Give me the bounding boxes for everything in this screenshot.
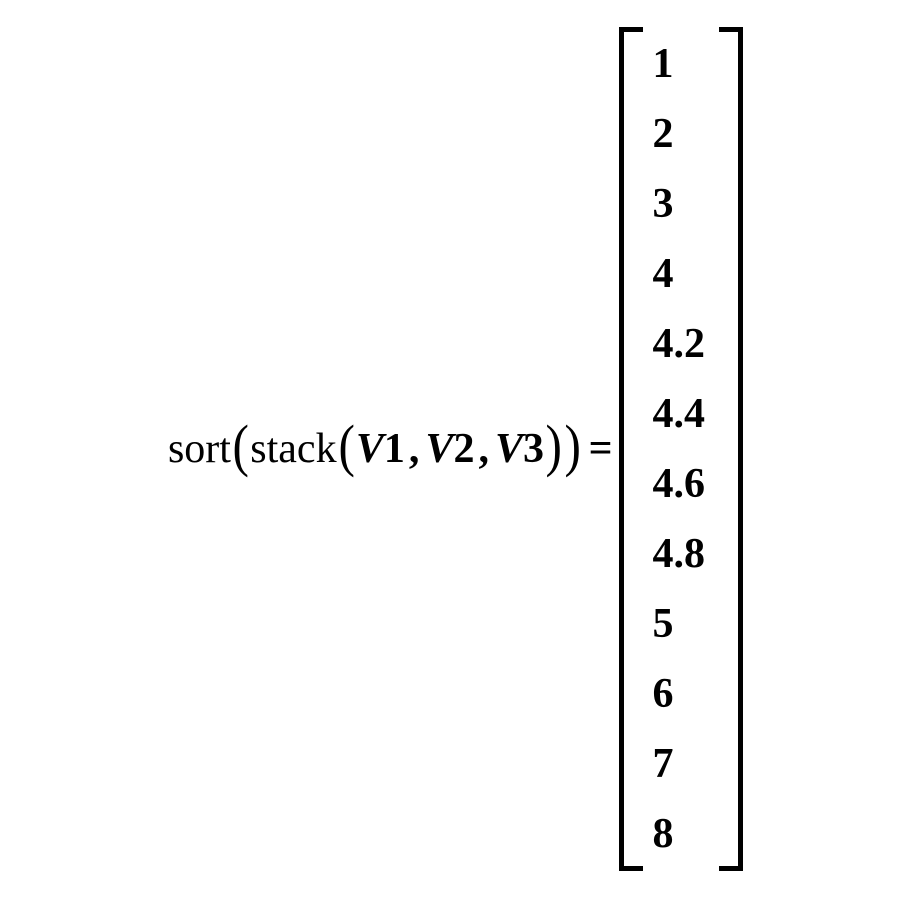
result-vector: 1 2 3 4 4.2 4.4 4.6 4.8 5 6 7 8 bbox=[619, 27, 744, 871]
arg-2-var: V bbox=[425, 426, 453, 472]
vector-entry: 8 bbox=[653, 813, 706, 855]
comma-1: , bbox=[405, 425, 426, 473]
vector-entry: 4.8 bbox=[653, 533, 706, 575]
vector-entry: 1 bbox=[653, 43, 706, 85]
comma-2: , bbox=[474, 425, 495, 473]
vector-entry: 7 bbox=[653, 743, 706, 785]
arg-2: V2 bbox=[425, 425, 474, 473]
vector-entry: 4 bbox=[653, 253, 706, 295]
arg-1-sub: 1 bbox=[384, 426, 405, 472]
vector-entry: 2 bbox=[653, 113, 706, 155]
outer-func: sort bbox=[168, 425, 231, 473]
equals-sign: = bbox=[583, 425, 619, 473]
vector-entry: 4.4 bbox=[653, 393, 706, 435]
vector-entry: 6 bbox=[653, 673, 706, 715]
arg-3: V3 bbox=[495, 425, 544, 473]
arg-3-var: V bbox=[495, 426, 523, 472]
arg-3-sub: 3 bbox=[523, 426, 544, 472]
bracket-left bbox=[619, 27, 643, 871]
vector-values: 1 2 3 4 4.2 4.4 4.6 4.8 5 6 7 8 bbox=[643, 27, 720, 871]
vector-entry: 5 bbox=[653, 603, 706, 645]
lhs: sort ( stack ( V1 , V2 , V3 ) ) = bbox=[168, 425, 619, 473]
vector-entry: 3 bbox=[653, 183, 706, 225]
inner-func: stack bbox=[250, 425, 336, 473]
arg-1: V1 bbox=[356, 425, 405, 473]
arg-2-sub: 2 bbox=[453, 426, 474, 472]
vector-entry: 4.2 bbox=[653, 323, 706, 365]
vector-entry: 4.6 bbox=[653, 463, 706, 505]
math-equation: sort ( stack ( V1 , V2 , V3 ) ) = 1 2 3 … bbox=[168, 27, 743, 871]
arg-1-var: V bbox=[356, 426, 384, 472]
bracket-right bbox=[719, 27, 743, 871]
